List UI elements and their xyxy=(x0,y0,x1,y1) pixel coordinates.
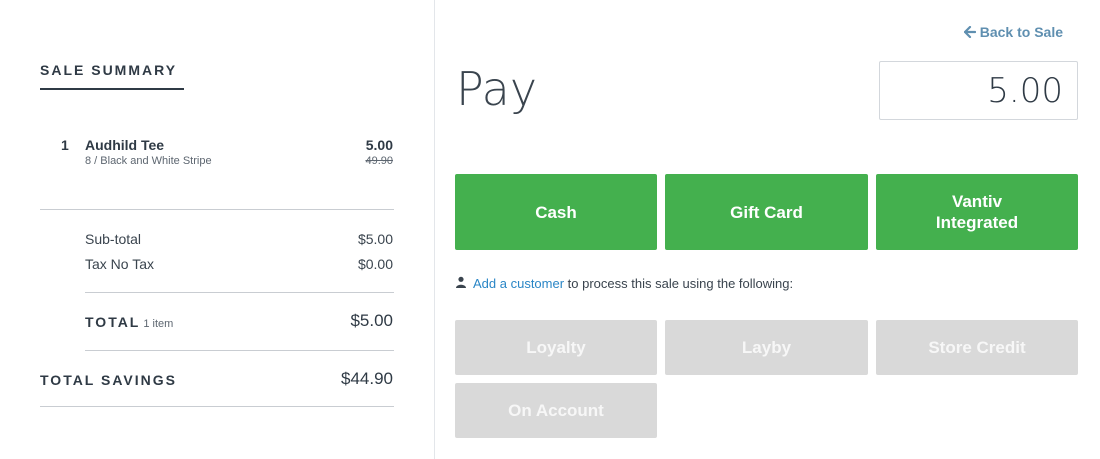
total-value: $5.00 xyxy=(350,311,393,330)
divider xyxy=(85,350,394,351)
line-item-qty: 1 xyxy=(61,137,69,153)
total-label-text: TOTAL xyxy=(85,314,141,330)
back-to-sale-link[interactable]: Back to Sale xyxy=(963,24,1063,40)
sale-summary-panel: SALE SUMMARY 1 Audhild Tee 8 / Black and… xyxy=(0,0,435,459)
total-savings-label: TOTAL SAVINGS xyxy=(40,372,177,388)
on-account-button: On Account xyxy=(455,383,657,438)
divider xyxy=(40,406,394,407)
loyalty-button: Loyalty xyxy=(455,320,657,375)
line-item-variant: 8 / Black and White Stripe xyxy=(85,155,212,167)
divider xyxy=(85,292,394,293)
layby-button: Layby xyxy=(665,320,868,375)
add-customer-text: to process this sale using the following… xyxy=(567,276,794,291)
tax-value: $0.00 xyxy=(357,256,393,272)
back-to-sale-label: Back to Sale xyxy=(979,24,1063,40)
total-label: TOTAL 1 item xyxy=(85,314,173,330)
total-savings-value: $44.90 xyxy=(341,369,393,388)
divider xyxy=(40,209,394,210)
cash-button[interactable]: Cash xyxy=(455,174,657,250)
vantiv-integrated-button[interactable]: Vantiv Integrated xyxy=(876,174,1078,250)
line-item-name: Audhild Tee xyxy=(85,137,165,153)
user-icon xyxy=(455,276,467,291)
store-credit-button: Store Credit xyxy=(876,320,1078,375)
line-item-original-price: 49.90 xyxy=(365,155,393,167)
pay-title: Pay xyxy=(456,62,538,116)
subtotal-value: $5.00 xyxy=(357,231,393,247)
tax-label: Tax No Tax xyxy=(85,256,154,272)
subtotal-label: Sub-total xyxy=(85,231,142,247)
add-customer-prompt: Add a customer to process this sale usin… xyxy=(455,276,793,291)
gift-card-button[interactable]: Gift Card xyxy=(665,174,868,250)
pay-amount-input[interactable] xyxy=(879,61,1078,120)
sale-summary-underline xyxy=(40,88,184,90)
arrow-left-icon xyxy=(963,26,976,38)
add-customer-link[interactable]: Add a customer xyxy=(473,276,564,291)
line-item-price: 5.00 xyxy=(365,137,393,153)
total-item-count: 1 item xyxy=(143,318,174,330)
sale-summary-title: SALE SUMMARY xyxy=(40,62,178,78)
